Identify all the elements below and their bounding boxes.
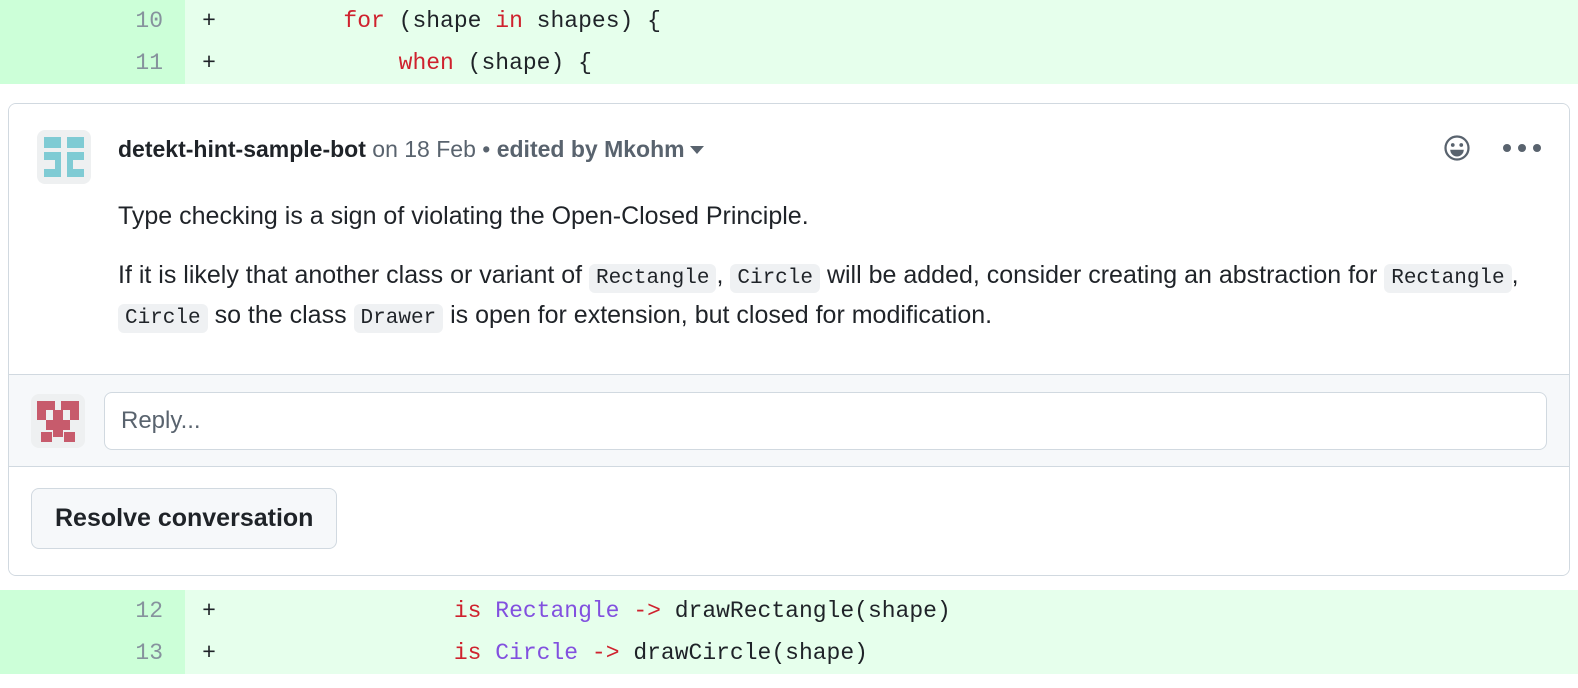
avatar-notch: [73, 160, 84, 169]
diff-code-tokens: when (shape) {: [399, 50, 592, 76]
identicon-cell: [64, 431, 75, 442]
text-fragment: ,: [1511, 261, 1519, 289]
diff-line-number[interactable]: 11: [0, 42, 185, 84]
comment-header-actions: [1441, 132, 1541, 164]
identicon-cell: [46, 419, 70, 430]
diff-indent: [233, 598, 454, 624]
diff-change-marker: +: [202, 8, 216, 34]
resolve-conversation-button[interactable]: Resolve conversation: [31, 488, 338, 549]
smiley-icon[interactable]: [1441, 132, 1473, 164]
text-fragment: so the class: [207, 301, 354, 329]
code-token: is: [453, 640, 482, 666]
avatar-notch: [44, 160, 55, 169]
identicon-cell: [53, 429, 63, 437]
diff-code-tokens: is Rectangle -> drawRectangle(shape): [454, 598, 951, 624]
code-token: in: [495, 8, 523, 34]
reply-row: [9, 374, 1569, 466]
diff-row[interactable]: 12 + is Rectangle -> drawRectangle(shape…: [0, 590, 1578, 632]
detekt-bot-avatar[interactable]: [37, 130, 91, 184]
code-token: drawRectangle(shape): [660, 598, 951, 624]
comment-meta: detekt-hint-sample-bot on 18 Feb • edite…: [118, 130, 1541, 164]
diff-block-top: 10 + for (shape in shapes) { 11 + when (…: [0, 0, 1578, 84]
diff-row[interactable]: 10 + for (shape in shapes) {: [0, 0, 1578, 42]
comment-header: detekt-hint-sample-bot on 18 Feb • edite…: [37, 130, 1541, 184]
avatar-block: [67, 137, 84, 148]
identicon-cell: [37, 409, 46, 420]
code-token: ->: [591, 640, 620, 666]
kebab-dot: [1533, 144, 1541, 152]
comment-timestamp[interactable]: on 18 Feb: [372, 136, 476, 162]
chevron-down-icon[interactable]: [689, 146, 704, 154]
code-token: Rectangle: [495, 598, 620, 624]
kebab-dot: [1503, 144, 1511, 152]
identicon-cell: [37, 400, 55, 410]
diff-indent: [233, 50, 399, 76]
diff-code-line: is Circle -> drawCircle(shape): [233, 632, 1578, 674]
diff-row[interactable]: 13 + is Circle -> drawCircle(shape): [0, 632, 1578, 674]
diff-code-line: when (shape) {: [233, 42, 1578, 84]
code-token: (shape) {: [453, 50, 592, 76]
resolve-row: Resolve conversation: [9, 466, 1569, 575]
code-token: drawCircle(shape): [619, 640, 868, 666]
diff-line-number[interactable]: 10: [0, 0, 185, 42]
code-token: ->: [633, 598, 661, 624]
text-fragment: will be added, consider creating an abst…: [820, 261, 1385, 289]
diff-indent: [233, 640, 454, 666]
comment-paragraph-2: If it is likely that another class or va…: [118, 257, 1541, 337]
comment-paragraph-1: Type checking is a sign of violating the…: [118, 202, 809, 230]
pull-request-diff-view: 10 + for (shape in shapes) { 11 + when (…: [0, 0, 1578, 688]
identicon-cell: [61, 400, 79, 410]
identicon-cell: [70, 409, 79, 420]
text-fragment: is open for extension, but closed for mo…: [443, 301, 993, 329]
comment-edited-by[interactable]: edited by Mkohm: [497, 136, 685, 162]
inline-code: Rectangle: [1384, 264, 1512, 293]
code-token: shapes) {: [522, 8, 661, 34]
diff-code-tokens: is Circle -> drawCircle(shape): [454, 640, 868, 666]
text-fragment: ,: [716, 261, 731, 289]
code-token: when: [398, 50, 454, 76]
diff-change-marker: +: [202, 50, 216, 76]
diff-indent: [233, 8, 343, 34]
avatar-block: [44, 137, 61, 148]
inline-code: Rectangle: [589, 264, 717, 293]
kebab-dot: [1518, 144, 1526, 152]
diff-code-line: for (shape in shapes) {: [233, 0, 1578, 42]
code-token: is: [453, 598, 482, 624]
code-token: Circle: [495, 640, 579, 666]
code-token: (shape: [384, 8, 496, 34]
identicon-cell: [53, 409, 63, 420]
inline-code: Circle: [118, 304, 208, 333]
comment-author[interactable]: detekt-hint-sample-bot: [118, 136, 366, 162]
kebab-menu-icon[interactable]: [1503, 144, 1541, 152]
inline-code: Drawer: [353, 304, 444, 333]
diff-row[interactable]: 11 + when (shape) {: [0, 42, 1578, 84]
diff-line-number[interactable]: 12: [0, 590, 185, 632]
user-identicon-avatar[interactable]: [31, 393, 85, 448]
comment-text: Type checking is a sign of violating the…: [118, 198, 1541, 337]
code-token: for: [343, 8, 385, 34]
identicon-cell: [41, 431, 52, 442]
diff-line-number[interactable]: 13: [0, 632, 185, 674]
review-comment-card: detekt-hint-sample-bot on 18 Feb • edite…: [8, 103, 1570, 576]
diff-code-tokens: for (shape in shapes) {: [343, 8, 660, 34]
diff-change-marker: +: [202, 640, 216, 666]
comment-meta-line: detekt-hint-sample-bot on 18 Feb • edite…: [118, 134, 1541, 164]
text-fragment: If it is likely that another class or va…: [118, 261, 590, 289]
comment-body: detekt-hint-sample-bot on 18 Feb • edite…: [9, 104, 1569, 374]
diff-change-marker: +: [202, 598, 216, 624]
diff-block-bottom: 12 + is Rectangle -> drawRectangle(shape…: [0, 590, 1578, 674]
reply-input[interactable]: [104, 391, 1547, 450]
inline-code: Circle: [730, 264, 820, 293]
diff-code-line: is Rectangle -> drawRectangle(shape): [233, 590, 1578, 632]
